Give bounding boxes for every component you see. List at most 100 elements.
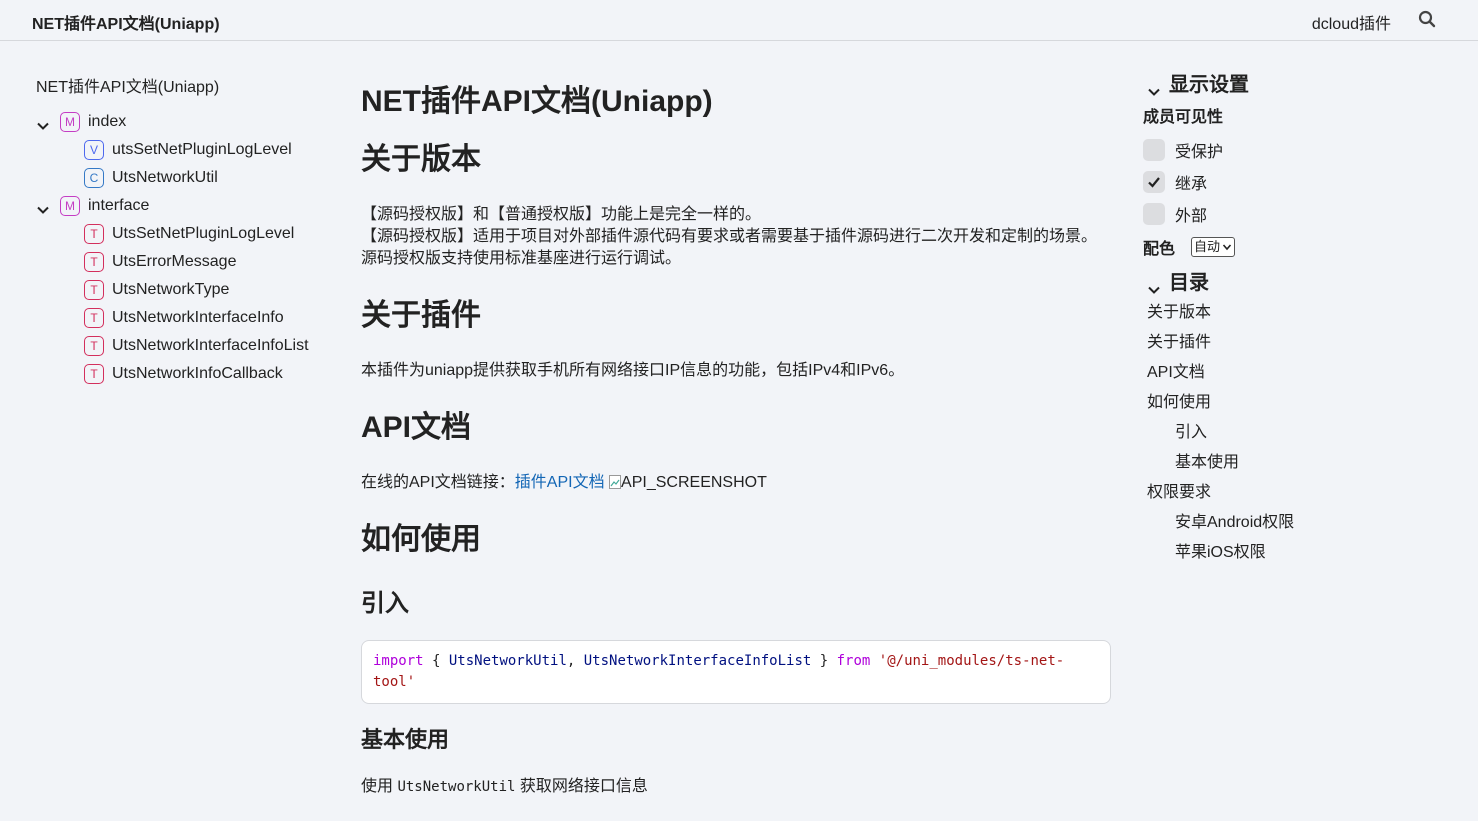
- code-comma: ,: [566, 653, 584, 669]
- nav-item-label[interactable]: UtsNetworkInfoCallback: [112, 360, 283, 388]
- theme-select-value: 自动: [1194, 239, 1221, 254]
- search-icon[interactable]: [1418, 10, 1436, 28]
- member-visibility-label: 成员可见性: [1143, 109, 1224, 126]
- heading-version: 关于版本: [361, 143, 481, 176]
- heading-usage: 如何使用: [361, 523, 481, 556]
- toc-item[interactable]: 权限要求: [1143, 478, 1443, 508]
- nav-item-label[interactable]: utsSetNetPluginLogLevel: [112, 136, 292, 164]
- nav-module-interface[interactable]: M interface: [28, 192, 328, 220]
- nav-item-UtsNetworkInterfaceInfo[interactable]: T UtsNetworkInterfaceInfo: [28, 304, 328, 332]
- checkbox-external[interactable]: [1143, 203, 1165, 225]
- code-id-2: UtsNetworkInterfaceInfoList: [583, 653, 812, 669]
- checkbox-inherited[interactable]: [1143, 171, 1165, 193]
- type-kind-icon: T: [84, 308, 104, 328]
- code-keyword-from: from: [836, 653, 871, 669]
- code-brace: }: [811, 653, 837, 669]
- checkbox-protected[interactable]: [1143, 139, 1165, 161]
- nav-item-label[interactable]: UtsNetworkInterfaceInfoList: [112, 332, 309, 360]
- top-bar: NET插件API文档(Uniapp) dcloud插件: [0, 0, 1478, 41]
- option-inherited[interactable]: 继承: [1143, 166, 1443, 198]
- option-protected[interactable]: 受保护: [1143, 134, 1443, 166]
- toc-heading: 目录: [1169, 272, 1209, 294]
- nav-module-label[interactable]: interface: [88, 192, 149, 220]
- toc-toggle[interactable]: 目录: [1143, 268, 1443, 298]
- class-kind-icon: C: [84, 168, 104, 188]
- import-code-block: import { UtsNetworkUtil, UtsNetworkInter…: [361, 640, 1111, 704]
- main-content: NET插件API文档(Uniapp) 关于版本 【源码授权版】和【普通授权版】功…: [361, 80, 1111, 798]
- heading-import: 引入: [361, 590, 409, 617]
- module-kind-icon: M: [60, 112, 80, 132]
- nav-item-UtsSetNetPluginLogLevel[interactable]: T UtsSetNetPluginLogLevel: [28, 220, 328, 248]
- code-string-1: '@/uni_modules/ts-net-: [878, 653, 1065, 669]
- code-brace: {: [423, 653, 449, 669]
- api-text: 在线的API文档链接：: [361, 474, 515, 491]
- api-paragraph: 在线的API文档链接：插件API文档 API_SCREENSHOT: [361, 472, 1111, 494]
- check-icon: [1148, 177, 1160, 188]
- code-string-2: tool': [373, 674, 416, 690]
- api-doc-link[interactable]: 插件API文档: [515, 474, 605, 491]
- dcloud-plugin-link[interactable]: dcloud插件: [1312, 10, 1391, 34]
- nav-item-UtsErrorMessage[interactable]: T UtsErrorMessage: [28, 248, 328, 276]
- version-line-2: 【源码授权版】适用于项目对外部插件源代码有要求或者需要基于插件源码进行二次开发和…: [361, 228, 1098, 245]
- theme-select[interactable]: 自动: [1191, 237, 1236, 257]
- nav-item-UtsNetworkType[interactable]: T UtsNetworkType: [28, 276, 328, 304]
- broken-image-icon: [609, 474, 622, 489]
- toc-item[interactable]: 关于插件: [1143, 328, 1443, 358]
- nav-module-label[interactable]: index: [88, 108, 126, 136]
- heading-basic-usage: 基本使用: [361, 727, 450, 752]
- variable-kind-icon: V: [84, 140, 104, 160]
- nav-item-label[interactable]: UtsNetworkType: [112, 276, 229, 304]
- heading-api: API文档: [361, 411, 472, 444]
- code-id-1: UtsNetworkUtil: [448, 653, 567, 669]
- display-settings-heading: 显示设置: [1169, 74, 1249, 96]
- page-title: NET插件API文档(Uniapp): [361, 85, 713, 118]
- nav-module-index[interactable]: M index: [28, 108, 328, 136]
- toc-item[interactable]: 引入: [1143, 418, 1443, 448]
- version-line-3: 源码授权版支持使用标准基座进行运行调试。: [361, 250, 682, 267]
- nav-item-UtsNetworkInterfaceInfoList[interactable]: T UtsNetworkInterfaceInfoList: [28, 332, 328, 360]
- chevron-down-icon[interactable]: [36, 199, 50, 214]
- chevron-down-icon: [1222, 244, 1232, 251]
- nav-item-UtsNetworkInfoCallback[interactable]: T UtsNetworkInfoCallback: [28, 360, 328, 388]
- toc-item[interactable]: 如何使用: [1143, 388, 1443, 418]
- site-title[interactable]: NET插件API文档(Uniapp): [32, 10, 220, 34]
- basic-usage-paragraph: 使用 UtsNetworkUtil 获取网络接口信息: [361, 776, 1111, 798]
- nav-item-utsSetNetPluginLogLevel[interactable]: V utsSetNetPluginLogLevel: [28, 136, 328, 164]
- nav-item-label[interactable]: UtsSetNetPluginLogLevel: [112, 220, 294, 248]
- type-kind-icon: T: [84, 224, 104, 244]
- nav-item-label[interactable]: UtsNetworkUtil: [112, 164, 218, 192]
- heading-plugin: 关于插件: [361, 299, 481, 332]
- toc-list: 关于版本 关于插件 API文档 如何使用 引入 基本使用 权限要求 安卓Andr…: [1143, 298, 1443, 568]
- type-kind-icon: T: [84, 336, 104, 356]
- right-sidebar: 显示设置 成员可见性 受保护 继承 外部 配色 自动 目录 关于版本 关于插件 …: [1143, 70, 1443, 568]
- api-screenshot-alt: API_SCREENSHOT: [621, 474, 767, 491]
- nav-item-UtsNetworkUtil[interactable]: C UtsNetworkUtil: [28, 164, 328, 192]
- theme-setting: 配色 自动: [1143, 230, 1443, 264]
- module-kind-icon: M: [60, 196, 80, 216]
- type-kind-icon: T: [84, 280, 104, 300]
- display-settings-toggle[interactable]: 显示设置: [1143, 70, 1443, 100]
- nav-item-label[interactable]: UtsErrorMessage: [112, 248, 236, 276]
- toc-item[interactable]: 关于版本: [1143, 298, 1443, 328]
- theme-label: 配色: [1143, 241, 1176, 258]
- option-external[interactable]: 外部: [1143, 198, 1443, 230]
- basic-text-after: 获取网络接口信息: [515, 778, 648, 795]
- nav-item-label[interactable]: UtsNetworkInterfaceInfo: [112, 304, 284, 332]
- chevron-down-icon[interactable]: [1147, 78, 1161, 96]
- option-label: 受保护: [1175, 144, 1224, 161]
- left-navigation: NET插件API文档(Uniapp) M index V utsSetNetPl…: [28, 74, 328, 388]
- inline-code: UtsNetworkUtil: [397, 779, 516, 795]
- option-label: 外部: [1175, 208, 1208, 225]
- plugin-description: 本插件为uniapp提供获取手机所有网络接口IP信息的功能，包括IPv4和IPv…: [361, 362, 905, 379]
- chevron-down-icon[interactable]: [36, 115, 50, 130]
- type-kind-icon: T: [84, 364, 104, 384]
- nav-root-link[interactable]: NET插件API文档(Uniapp): [36, 74, 328, 102]
- chevron-down-icon[interactable]: [1147, 276, 1161, 294]
- toc-item[interactable]: 基本使用: [1143, 448, 1443, 478]
- toc-item[interactable]: 苹果iOS权限: [1143, 538, 1443, 568]
- basic-text-before: 使用: [361, 778, 398, 795]
- toc-item[interactable]: 安卓Android权限: [1143, 508, 1443, 538]
- version-line-1: 【源码授权版】和【普通授权版】功能上是完全一样的。: [361, 206, 762, 223]
- option-label: 继承: [1175, 176, 1208, 193]
- toc-item[interactable]: API文档: [1143, 358, 1443, 388]
